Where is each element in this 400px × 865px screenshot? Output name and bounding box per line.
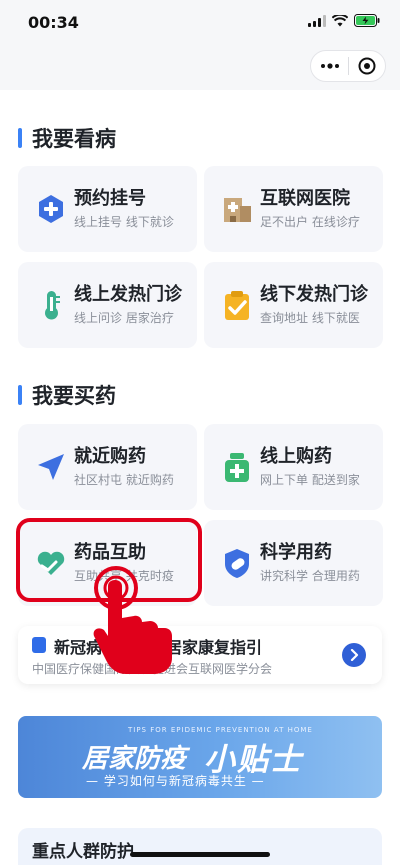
prevention-banner[interactable]: TIPS FOR EPIDEMIC PREVENTION AT HOME 居家防… bbox=[18, 716, 382, 798]
bottom-card-title: 重点人群防护 bbox=[32, 842, 134, 862]
location-arrow-icon bbox=[38, 454, 64, 480]
clipboard-check-icon bbox=[225, 291, 249, 320]
card-subtitle: 社区村屯 就近购药 bbox=[74, 473, 174, 487]
status-time: 00:34 bbox=[28, 13, 79, 32]
status-bar: 00:34 bbox=[0, 0, 400, 46]
card-title: 预约挂号 bbox=[74, 188, 146, 209]
target-circle-icon bbox=[358, 57, 376, 75]
key-groups-protection-card[interactable]: 重点人群防护 bbox=[18, 828, 382, 865]
card-internet-hospital[interactable]: 互联网医院 足不出户 在线诊疗 bbox=[204, 166, 383, 252]
card-title: 科学用药 bbox=[260, 542, 332, 563]
card-subtitle: 讲究科学 合理用药 bbox=[260, 569, 360, 583]
card-title: 线下发热门诊 bbox=[260, 284, 368, 305]
banner-subtitle: — 学习如何与新冠病毒共生 — bbox=[86, 774, 265, 788]
chevron-right-icon[interactable] bbox=[342, 643, 366, 667]
card-title: 互联网医院 bbox=[260, 188, 350, 209]
card-appointment[interactable]: 预约挂号 线上挂号 线下就诊 bbox=[18, 166, 197, 252]
banner-tagline: TIPS FOR EPIDEMIC PREVENTION AT HOME bbox=[128, 726, 313, 734]
banner-title-left: 居家防疫 bbox=[82, 744, 187, 774]
notice-card[interactable]: 新冠病毒感染者居家康复指引 中国医疗保健国际交流促进会互联网医学分会 bbox=[18, 626, 382, 684]
card-subtitle: 线上挂号 线下就诊 bbox=[74, 215, 174, 229]
card-subtitle: 足不出户 在线诊疗 bbox=[260, 215, 360, 229]
medicine-bottle-icon bbox=[225, 453, 249, 482]
card-scientific-medication[interactable]: 科学用药 讲究科学 合理用药 bbox=[204, 520, 383, 606]
capsule-menu bbox=[310, 50, 386, 82]
section-accent-bar bbox=[18, 128, 22, 148]
card-online-buy-medicine[interactable]: 线上购药 网上下单 配送到家 bbox=[204, 424, 383, 510]
card-title: 线上购药 bbox=[260, 446, 332, 467]
document-icon bbox=[32, 637, 46, 653]
mini-program-nav bbox=[0, 46, 400, 90]
signal-icon bbox=[308, 14, 326, 27]
card-title: 线上发热门诊 bbox=[74, 284, 182, 305]
card-title: 就近购药 bbox=[74, 446, 146, 467]
more-button[interactable] bbox=[311, 51, 348, 81]
pill-shield-icon bbox=[225, 549, 249, 578]
section-title: 我要看病 bbox=[32, 127, 116, 151]
home-indicator[interactable] bbox=[130, 852, 270, 857]
card-nearby-buy-medicine[interactable]: 就近购药 社区村屯 就近购药 bbox=[18, 424, 197, 510]
section-accent-bar bbox=[18, 385, 22, 405]
battery-charging-icon bbox=[354, 14, 380, 27]
system-icons bbox=[308, 14, 380, 27]
plus-shield-icon bbox=[39, 195, 63, 223]
card-offline-fever-clinic[interactable]: 线下发热门诊 查询地址 线下就医 bbox=[204, 262, 383, 348]
close-mini-program-button[interactable] bbox=[349, 51, 385, 81]
card-subtitle: 查询地址 线下就医 bbox=[260, 311, 360, 325]
section-title: 我要买药 bbox=[32, 384, 116, 408]
card-subtitle: 线上问诊 居家治疗 bbox=[74, 311, 174, 325]
more-dots-icon bbox=[320, 63, 339, 69]
hospital-building-icon bbox=[224, 198, 251, 222]
section-buy-medicine: 我要买药 bbox=[18, 380, 116, 410]
wifi-icon bbox=[332, 14, 348, 26]
pointing-hand-icon bbox=[93, 566, 172, 674]
card-subtitle: 网上下单 配送到家 bbox=[260, 473, 360, 487]
section-see-doctor: 我要看病 bbox=[18, 123, 116, 153]
card-online-fever-clinic[interactable]: 线上发热门诊 线上问诊 居家治疗 bbox=[18, 262, 197, 348]
thermometer-icon bbox=[45, 291, 60, 320]
